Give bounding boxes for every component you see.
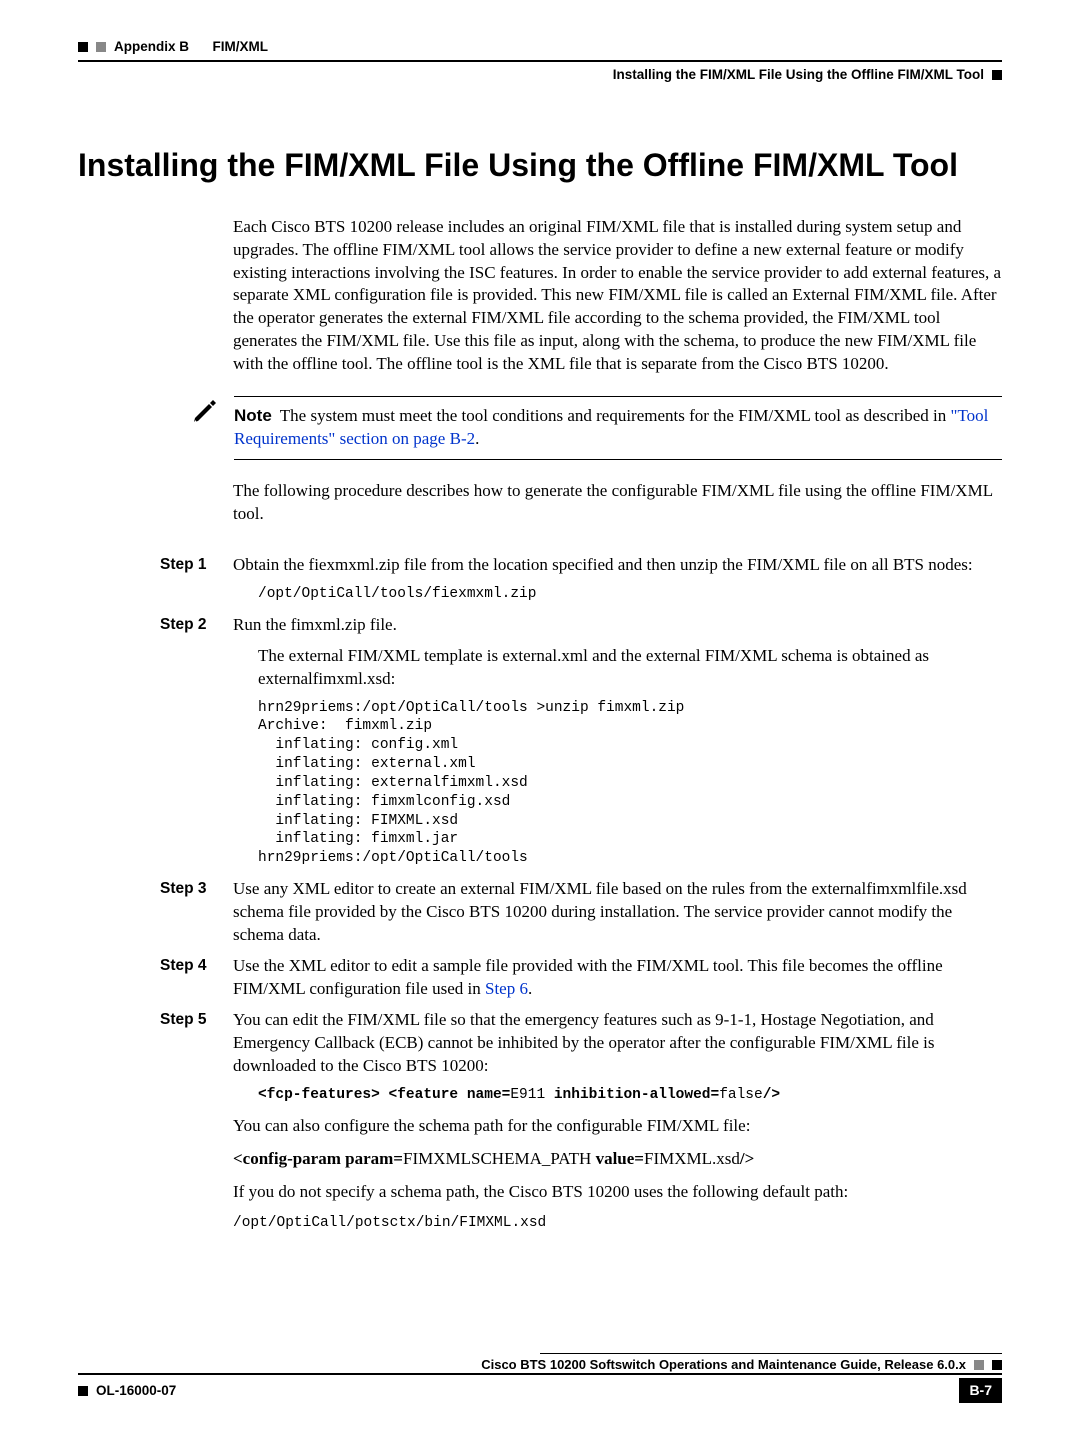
header-section: FIM/XML xyxy=(213,38,269,56)
step-4: Step 4 Use the XML editor to edit a samp… xyxy=(78,955,1002,1001)
header-black-marker xyxy=(78,42,88,52)
intro-paragraph: Each Cisco BTS 10200 release includes an… xyxy=(233,216,1002,377)
step-4-before: Use the XML editor to edit a sample file… xyxy=(233,956,943,998)
step-1-text: Obtain the fiexmxml.zip file from the lo… xyxy=(233,554,1002,577)
note-content: Note The system must meet the tool condit… xyxy=(234,396,1002,460)
step-2-sub: The external FIM/XML template is externa… xyxy=(258,645,1002,691)
step-4-after: . xyxy=(528,979,532,998)
note-label: Note xyxy=(234,406,272,425)
note-text-after: . xyxy=(475,429,479,448)
step-5-after1: You can also configure the schema path f… xyxy=(233,1115,1002,1138)
footer-grey-marker xyxy=(974,1360,984,1370)
step-3: Step 3 Use any XML editor to create an e… xyxy=(78,878,1002,947)
footer: Cisco BTS 10200 Softswitch Operations an… xyxy=(78,1353,1002,1403)
step-5-label: Step 5 xyxy=(160,1009,233,1078)
step-5: Step 5 You can edit the FIM/XML file so … xyxy=(78,1009,1002,1078)
footer-left-marker xyxy=(78,1386,88,1396)
subheader-marker xyxy=(992,70,1002,80)
note-text-before: The system must meet the tool conditions… xyxy=(280,406,951,425)
footer-guide: Cisco BTS 10200 Softswitch Operations an… xyxy=(481,1356,966,1374)
footer-black-marker xyxy=(992,1360,1002,1370)
step-4-label: Step 4 xyxy=(160,955,233,1001)
step-2: Step 2 Run the fimxml.zip file. xyxy=(78,614,1002,637)
subheader-text: Installing the FIM/XML File Using the Of… xyxy=(613,66,984,84)
step-5-code-fcp: <fcp-features> <feature name=E911 inhibi… xyxy=(258,1086,1002,1106)
page-number-badge: B-7 xyxy=(959,1378,1002,1403)
footer-guide-row: Cisco BTS 10200 Softswitch Operations an… xyxy=(78,1354,1002,1374)
step-5-after2: If you do not specify a schema path, the… xyxy=(233,1181,1002,1204)
running-header: Appendix B FIM/XML xyxy=(78,38,1002,56)
header-grey-marker xyxy=(96,42,106,52)
step-3-label: Step 3 xyxy=(160,878,233,947)
note-block: Note The system must meet the tool condit… xyxy=(78,396,1002,460)
step-4-link[interactable]: Step 6 xyxy=(485,979,528,998)
step-1: Step 1 Obtain the fiexmxml.zip file from… xyxy=(78,554,1002,577)
step-1-code: /opt/OptiCall/tools/fiexmxml.zip xyxy=(258,585,1002,604)
follow-paragraph: The following procedure describes how to… xyxy=(233,480,1002,526)
step-5-config-param: <config-param param=FIMXMLSCHEMA_PATH va… xyxy=(233,1148,1002,1171)
step-5-default-path: /opt/OptiCall/potsctx/bin/FIMXML.xsd xyxy=(233,1214,1002,1233)
header-appendix: Appendix B xyxy=(114,38,189,56)
step-1-label: Step 1 xyxy=(160,554,233,577)
footer-bottom-row: OL-16000-07 B-7 xyxy=(78,1375,1002,1403)
header-rule xyxy=(78,60,1002,62)
footer-doc-id: OL-16000-07 xyxy=(96,1382,176,1400)
step-2-code: hrn29priems:/opt/OptiCall/tools >unzip f… xyxy=(258,699,1002,869)
running-subheader: Installing the FIM/XML File Using the Of… xyxy=(78,66,1002,84)
note-icon xyxy=(191,396,219,431)
step-3-text: Use any XML editor to create an external… xyxy=(233,878,1002,947)
step-2-label: Step 2 xyxy=(160,614,233,637)
step-4-text: Use the XML editor to edit a sample file… xyxy=(233,955,1002,1001)
step-2-text: Run the fimxml.zip file. xyxy=(233,614,1002,637)
step-5-text: You can edit the FIM/XML file so that th… xyxy=(233,1009,1002,1078)
page-title: Installing the FIM/XML File Using the Of… xyxy=(78,144,1002,187)
